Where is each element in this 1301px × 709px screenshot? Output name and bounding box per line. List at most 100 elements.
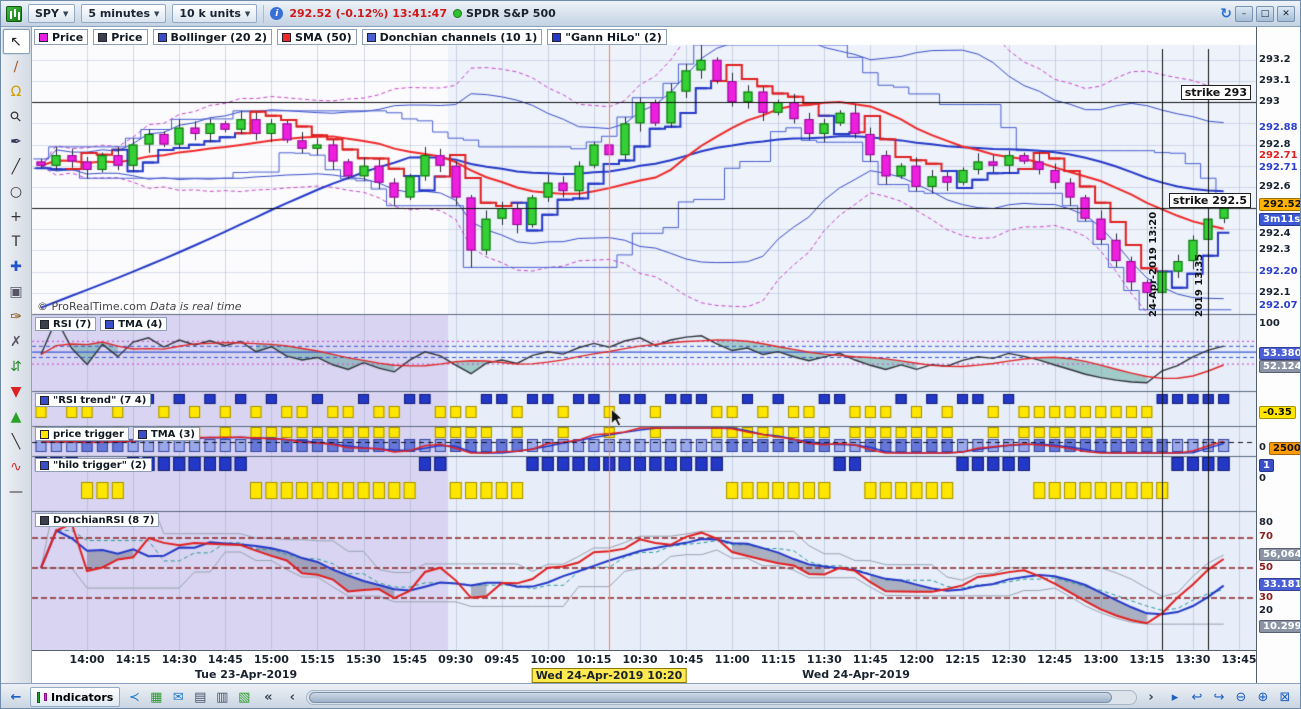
legend-chip[interactable]: DonchianRSI (8 7): [35, 513, 160, 527]
refresh-icon[interactable]: ↻: [1220, 6, 1232, 22]
chat-icon[interactable]: ✉: [168, 687, 188, 707]
symbol-selector[interactable]: SPY ▼: [28, 4, 76, 23]
tool-pencil[interactable]: ╲: [3, 429, 30, 454]
time-tick: 13:45: [1221, 653, 1256, 666]
donchian-value-badge: 33.181: [1259, 578, 1300, 591]
legend-chip[interactable]: Donchian channels (10 1): [361, 29, 543, 45]
scrollbar-thumb[interactable]: [309, 691, 1112, 703]
countdown-badge: 3m11s: [1259, 212, 1300, 226]
legend-chip[interactable]: price trigger: [35, 427, 129, 441]
tool-ruler[interactable]: ∕: [3, 54, 30, 79]
timeframe-selector[interactable]: 5 minutes ▼: [81, 4, 167, 23]
legend-chip[interactable]: TMA (3): [132, 427, 200, 441]
time-tick: 09:45: [484, 653, 520, 666]
time-tick: 10:15: [576, 653, 612, 666]
zoom-in-icon[interactable]: ⊕: [1253, 687, 1273, 707]
zoom-out-icon[interactable]: ⊖: [1231, 687, 1251, 707]
scroll-right-button[interactable]: ›: [1141, 687, 1161, 707]
scroll-left-button[interactable]: ‹: [282, 687, 302, 707]
timeframe-label: 5 minutes: [88, 7, 150, 20]
time-tick: 12:30: [991, 653, 1027, 666]
tool-alarm[interactable]: Ω: [3, 79, 30, 104]
time-tick: 11:45: [852, 653, 888, 666]
tool-duplicate[interactable]: ▣: [3, 279, 30, 304]
donchian_rsi-legend: DonchianRSI (8 7): [35, 513, 160, 527]
price_trigger-legend: price trigger TMA (3): [35, 427, 200, 441]
axis-label: 292.07: [1259, 299, 1298, 311]
axis-label: 292.1: [1259, 286, 1291, 298]
legend-chip[interactable]: "Gann HiLo" (2): [547, 29, 667, 45]
strike-292.5-label[interactable]: strike 292.5: [1168, 193, 1251, 209]
new-chart-icon[interactable]: ▦: [146, 687, 166, 707]
legend-chip[interactable]: "hilo trigger" (2): [35, 458, 152, 472]
tool-move[interactable]: ✚: [3, 254, 30, 279]
legend-chip[interactable]: Price: [93, 29, 148, 45]
news-icon[interactable]: ▧: [234, 687, 254, 707]
legend-chip[interactable]: SMA (50): [277, 29, 357, 45]
tool-zigzag[interactable]: ∿: [3, 454, 30, 479]
maximize-button[interactable]: □: [1256, 5, 1274, 22]
chart-canvas[interactable]: [1, 1, 1300, 708]
pointer-icon: ↖: [10, 33, 22, 50]
tma-value-badge: 52.124: [1259, 360, 1300, 373]
strike-293-label[interactable]: strike 293: [1180, 85, 1251, 101]
trendline-icon: ╱: [11, 158, 21, 175]
legend-chip[interactable]: "RSI trend" (7 4): [35, 393, 152, 407]
session-date-label: Tue 23-Apr-2019: [194, 668, 298, 681]
time-tick: 12:00: [898, 653, 934, 666]
zoom-fit-icon[interactable]: ⊠: [1275, 687, 1295, 707]
tool-ellipse[interactable]: ○: [3, 179, 30, 204]
close-button[interactable]: ✕: [1277, 5, 1295, 22]
info-icon[interactable]: i: [270, 7, 284, 20]
time-tick: 11:00: [714, 653, 750, 666]
chart-scrollbar[interactable]: [306, 689, 1137, 705]
rsi-trend-value-badge: -0.35: [1259, 406, 1296, 419]
tool-zoom[interactable]: ⚲: [3, 104, 30, 129]
minimize-button[interactable]: –: [1235, 5, 1253, 22]
tool-crosshair[interactable]: +: [3, 204, 30, 229]
units-selector[interactable]: 10 k units ▼: [172, 4, 258, 23]
donchian-lower-badge: 10.299: [1259, 620, 1300, 633]
rsi-value-badge: 53.380: [1259, 347, 1300, 360]
tool-sell-arrow[interactable]: ▼: [3, 379, 30, 404]
tool-eyedropper[interactable]: ✒: [3, 129, 30, 154]
chevron-down-icon: ▼: [154, 9, 160, 18]
tool-separator[interactable]: —: [3, 479, 30, 504]
step-forward-icon[interactable]: ▸: [1165, 687, 1185, 707]
toolbar-icon-group: ≺ ▦ ✉ ▤ ▥ ▧: [124, 687, 254, 707]
undo-icon[interactable]: ↩: [1187, 687, 1207, 707]
legend-chip[interactable]: RSI (7): [35, 317, 97, 331]
tool-pointer[interactable]: ↖: [2, 29, 30, 54]
watchlist-icon[interactable]: ▤: [190, 687, 210, 707]
tool-delete[interactable]: ✗: [3, 329, 30, 354]
bottom-toolbar: ← Indicators ≺ ▦ ✉ ▤ ▥ ▧ « ‹ › ▸ ↩ ↪ ⊖ ⊕ ⊠: [1, 683, 1300, 708]
order-book-icon[interactable]: ▥: [212, 687, 232, 707]
legend-chip[interactable]: Bollinger (20 2): [152, 29, 273, 45]
legend-label: Bollinger (20 2): [170, 30, 268, 44]
redo-icon[interactable]: ↪: [1209, 687, 1229, 707]
quote-time: 13:41:47: [392, 7, 447, 20]
pencil-icon: ╲: [11, 433, 21, 450]
tool-brush[interactable]: ✑: [3, 304, 30, 329]
prorealtime-window: SPY ▼ 5 minutes ▼ 10 k units ▼ i 292.52 (-0…: [0, 0, 1301, 709]
price-axis[interactable]: 293.2 293.1 293 292.88 292.8 292.71 292.71 292.…: [1256, 27, 1300, 683]
time-tick: 14:00: [69, 653, 105, 666]
market-open-icon: [452, 9, 462, 18]
tool-trendline[interactable]: ╱: [3, 154, 30, 179]
tool-buy-arrow[interactable]: ▲: [3, 404, 30, 429]
time-axis[interactable]: 14:00 14:15 14:30 14:45 15:00 15:15 15:30 15:45…: [32, 650, 1256, 683]
legend-chip[interactable]: Price: [34, 29, 89, 45]
axis-label: 292.8: [1259, 138, 1291, 150]
share-icon[interactable]: ≺: [124, 687, 144, 707]
legend-chip[interactable]: TMA (4): [100, 317, 168, 331]
tool-text[interactable]: T: [3, 229, 30, 254]
tool-compare[interactable]: ⇵: [3, 354, 30, 379]
indicators-button[interactable]: Indicators: [30, 687, 121, 707]
candle-icon: [44, 693, 47, 701]
scroll-far-left-button[interactable]: «: [258, 687, 278, 707]
chevron-down-icon: ▼: [244, 9, 251, 18]
duplicate-icon: ▣: [9, 283, 23, 300]
back-icon[interactable]: ←: [6, 687, 26, 707]
move-icon: ✚: [10, 258, 22, 275]
legend-swatch-icon: [282, 32, 292, 42]
